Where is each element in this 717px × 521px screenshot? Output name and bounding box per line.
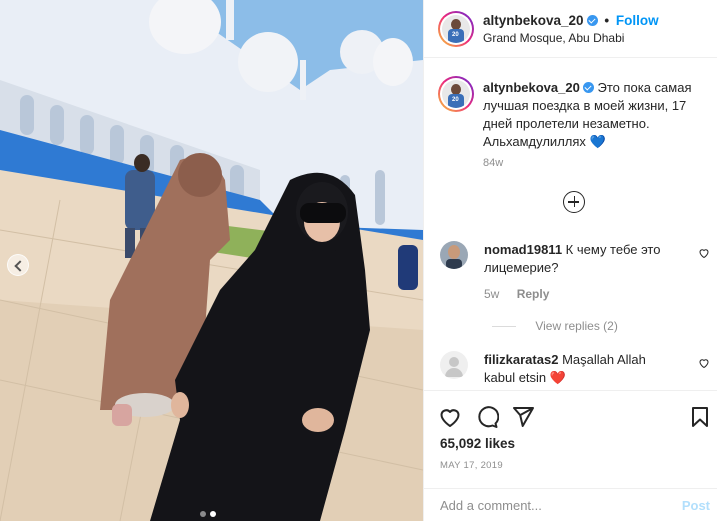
heart-icon[interactable] [438, 405, 462, 429]
post-header: 20 altynbekova_20 • Follow Grand Mosque,… [424, 0, 717, 58]
comment-like-icon[interactable] [698, 247, 710, 259]
comment-icon[interactable] [475, 405, 499, 429]
view-replies-button[interactable]: View replies (2) [492, 319, 618, 333]
verified-icon [586, 15, 598, 26]
comment-avatar[interactable] [440, 351, 468, 379]
comment-item: filizkaratas2 Maşallah Allah kabul etsin… [440, 351, 710, 389]
post-comment-button[interactable]: Post [682, 498, 710, 513]
carousel-dots [200, 511, 216, 517]
comment-avatar[interactable] [440, 241, 468, 269]
post-date: MAY 17, 2019 [440, 460, 503, 471]
author-avatar[interactable]: 20 [438, 11, 474, 47]
comment-meta: 5w Reply [484, 287, 563, 301]
comment-username[interactable]: filizkaratas2 [484, 352, 558, 367]
comment-item: nomad19811 К чему тебе это лицемерие? 5w… [440, 241, 710, 341]
view-replies-label: View replies (2) [535, 319, 618, 333]
carousel-dot-active [210, 511, 216, 517]
blue-heart-emoji: 💙 [589, 134, 606, 149]
caption-time: 84w [483, 157, 504, 169]
share-icon[interactable] [511, 405, 535, 429]
caption-username[interactable]: altynbekova_20 [483, 80, 580, 95]
instagram-post: 20 altynbekova_20 • Follow Grand Mosque,… [0, 0, 717, 521]
photo-illustration [0, 0, 423, 521]
load-more-comments-icon[interactable] [563, 191, 585, 213]
comment-reply-button[interactable]: Reply [517, 287, 550, 301]
comment-text-block: nomad19811 К чему тебе это лицемерие? [484, 241, 674, 277]
comments-section: 20 altynbekova_20 Это пока самая лучшая … [424, 59, 717, 389]
comment-like-icon[interactable] [698, 357, 710, 369]
header-username[interactable]: altynbekova_20 [483, 13, 584, 28]
header-user-line: altynbekova_20 • Follow [483, 13, 659, 28]
caption-avatar[interactable]: 20 [438, 76, 474, 112]
comment-time: 5w [484, 287, 500, 301]
likes-count[interactable]: 65,092 likes [440, 436, 515, 451]
bookmark-icon[interactable] [688, 405, 712, 429]
follow-button[interactable]: Follow [616, 13, 659, 28]
post-panel: 20 altynbekova_20 • Follow Grand Mosque,… [423, 0, 717, 521]
follow-separator: • [604, 13, 610, 28]
comment-username[interactable]: nomad19811 [484, 242, 562, 257]
post-photo[interactable] [0, 0, 423, 521]
post-actions [424, 390, 717, 436]
comment-text-block: filizkaratas2 Maşallah Allah kabul etsin… [484, 351, 674, 387]
red-heart-emoji: ❤️ [549, 370, 566, 385]
carousel-dot [200, 511, 206, 517]
add-comment-input[interactable] [440, 498, 660, 513]
caption: altynbekova_20 Это пока самая лучшая пое… [483, 79, 703, 151]
verified-icon [582, 82, 594, 93]
location-link[interactable]: Grand Mosque, Abu Dhabi [483, 31, 624, 45]
carousel-prev-button[interactable] [7, 254, 29, 276]
add-comment-bar: Post [424, 488, 717, 521]
